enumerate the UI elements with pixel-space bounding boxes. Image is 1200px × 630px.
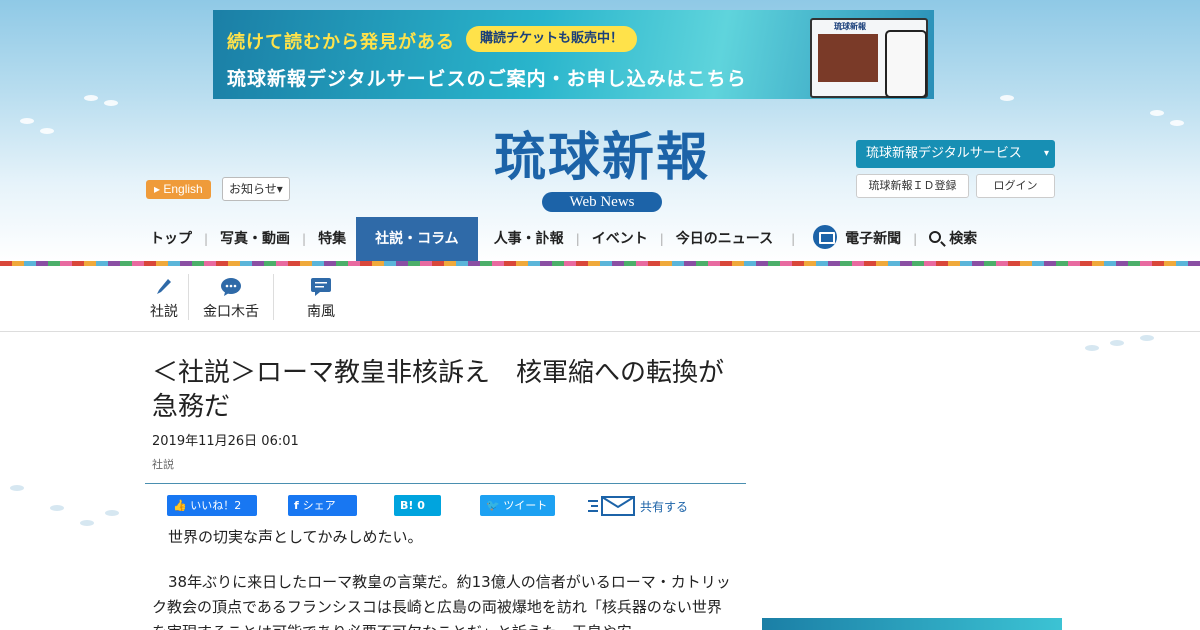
chevron-down-icon: ▾: [1043, 148, 1049, 159]
fish-decoration: [50, 505, 64, 511]
fish-decoration: [1140, 335, 1154, 341]
digital-service-banner[interactable]: 続けて読むから発見がある 購読チケットも販売中！ 琉球新報デジタルサービスのご案…: [213, 10, 934, 99]
mail-icon: [588, 496, 635, 516]
decorative-stripe: [0, 261, 1200, 266]
article-category[interactable]: 社説: [152, 456, 174, 472]
fish-decoration: [1150, 110, 1164, 116]
twitter-button[interactable]: 🐦 ツイート: [480, 495, 555, 516]
fish-decoration: [84, 95, 98, 101]
speech-bubble-icon: [221, 278, 241, 296]
notice-dropdown[interactable]: お知らせ▾: [222, 177, 290, 201]
fish-decoration: [1170, 120, 1184, 126]
fish-decoration: [80, 520, 94, 526]
nav-divider: |: [913, 232, 918, 246]
nav-divider: |: [302, 232, 307, 246]
nav-event[interactable]: イベント: [582, 217, 658, 261]
article-divider: [145, 483, 746, 484]
nav-divider: |: [791, 232, 796, 246]
hatena-icon: B!: [400, 499, 418, 512]
nav-personnel[interactable]: 人事・訃報: [478, 217, 574, 261]
subnav-divider-line: [0, 331, 1200, 332]
monitor-screen: [818, 34, 878, 82]
nav-today-news[interactable]: 今日のニュース: [666, 217, 789, 261]
fish-decoration: [1000, 95, 1014, 101]
nav-divider: |: [575, 232, 580, 246]
fish-decoration: [104, 100, 118, 106]
hatena-bookmark-button[interactable]: B! 0: [394, 495, 441, 516]
twitter-label: ツイート: [503, 499, 548, 512]
chevron-down-icon: ▾: [276, 182, 283, 196]
monitor-title: 琉球新報: [834, 22, 866, 31]
nav-e-paper-label: 電子新聞: [845, 231, 902, 247]
banner-subline: 琉球新報デジタルサービスのご案内・お申し込みはこちら: [227, 68, 747, 90]
thumbs-up-icon: 👍: [173, 499, 191, 512]
banner-headline: 続けて読むから発見がある: [227, 32, 455, 53]
monitor-icon: [813, 225, 838, 249]
twitter-icon: 🐦: [486, 499, 504, 512]
nav-search-label: 検索: [949, 231, 978, 247]
hatena-count: 0: [417, 499, 425, 512]
fish-decoration: [1085, 345, 1099, 351]
notice-label: お知らせ: [229, 182, 277, 196]
facebook-like-button[interactable]: 👍 いいね！2: [167, 495, 257, 516]
english-label: English: [163, 182, 203, 196]
facebook-share-label: シェア: [302, 499, 336, 512]
nav-feature[interactable]: 特集: [308, 217, 356, 261]
digital-service-label: 琉球新報デジタルサービス: [866, 146, 1022, 161]
fish-decoration: [10, 485, 24, 491]
fish-decoration: [1110, 340, 1124, 346]
nav-e-paper[interactable]: 電子新聞: [797, 217, 911, 261]
sidebar-ad[interactable]: [762, 618, 1062, 630]
fish-decoration: [105, 510, 119, 516]
subnav-nanpu-label: 南風: [307, 304, 335, 320]
nav-search[interactable]: 検索: [919, 217, 987, 261]
facebook-share-button[interactable]: f シェア: [288, 495, 357, 516]
subnav-nanpu[interactable]: 南風: [274, 270, 368, 324]
site-logo[interactable]: 琉球新報 Web News: [452, 128, 752, 212]
fish-decoration: [40, 128, 54, 134]
id-register-button[interactable]: 琉球新報ＩＤ登録: [856, 174, 969, 198]
nav-top[interactable]: トップ: [140, 217, 202, 261]
sub-nav: 社説 金口木舌 南風: [140, 270, 368, 324]
english-button[interactable]: ▸ English: [146, 180, 211, 199]
article-paragraph: 38年ぶりに来日したローマ教皇の言葉だ。約13億人の信者がいるローマ・カトリック…: [152, 573, 731, 630]
nav-divider: |: [659, 232, 664, 246]
mail-share-label: 共有する: [640, 499, 689, 514]
login-button[interactable]: ログイン: [976, 174, 1055, 198]
search-icon: [929, 231, 942, 243]
logo-web-news-badge: Web News: [542, 192, 662, 212]
main-nav: トップ | 写真・動画 | 特集 社説・コラム 人事・訃報 | イベント | 今…: [140, 217, 987, 261]
like-label: いいね！2: [190, 499, 242, 512]
banner-ticket-badge: 購読チケットも販売中！: [466, 26, 638, 52]
subnav-kinkuchi[interactable]: 金口木舌: [189, 270, 273, 324]
digital-service-dropdown[interactable]: 琉球新報デジタルサービス ▾: [856, 140, 1055, 168]
subnav-editorial[interactable]: 社説: [140, 270, 188, 324]
article-date: 2019年11月26日 06:01: [152, 434, 299, 449]
article-paragraph: 世界の切実な声としてかみしめたい。: [168, 528, 423, 546]
message-icon: [311, 278, 331, 296]
nav-photo-video[interactable]: 写真・動画: [210, 217, 300, 261]
logo-title: 琉球新報: [493, 127, 710, 188]
caret-right-icon: ▸: [154, 182, 164, 196]
mail-share-button[interactable]: 共有する: [588, 495, 688, 517]
fish-decoration: [20, 118, 34, 124]
phone-illustration: [885, 30, 927, 98]
nav-divider: |: [204, 232, 209, 246]
nav-editorial-column[interactable]: 社説・コラム: [356, 217, 478, 261]
subnav-kinkuchi-label: 金口木舌: [203, 304, 259, 320]
article-title: ＜社説＞ローマ教皇非核訴え 核軍縮への転換が急務だ: [152, 358, 725, 422]
subnav-editorial-label: 社説: [150, 304, 178, 320]
pen-icon: [157, 279, 171, 294]
facebook-icon: f: [294, 499, 303, 512]
